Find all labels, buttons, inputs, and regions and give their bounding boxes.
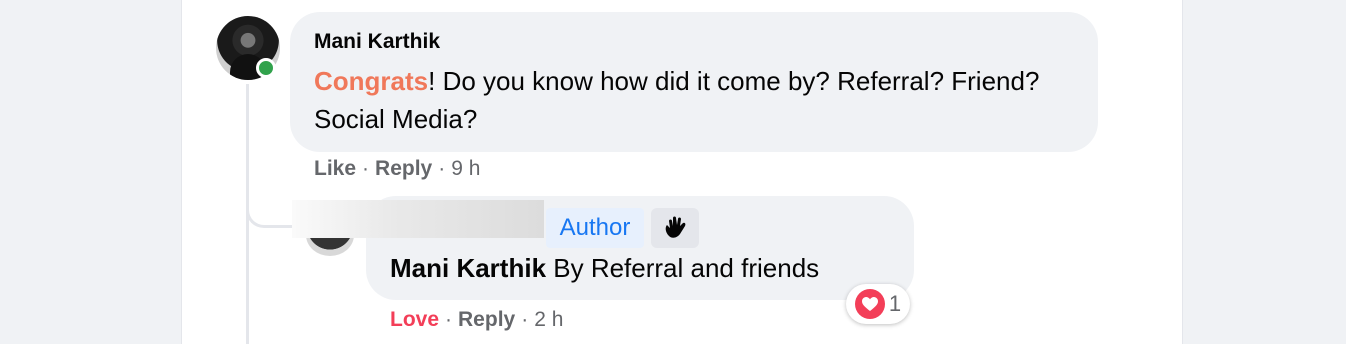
reply-timestamp[interactable]: 2 h bbox=[534, 308, 563, 331]
separator: · bbox=[362, 157, 370, 180]
comment-text: Congrats! Do you know how did it come by… bbox=[314, 62, 1084, 138]
separator: · bbox=[521, 308, 529, 331]
reply-mention-link[interactable]: Mani Karthik bbox=[390, 253, 546, 283]
heart-icon bbox=[854, 289, 885, 319]
redacted-name bbox=[292, 200, 544, 238]
reply-button[interactable]: Reply bbox=[375, 157, 432, 180]
comment-actions: Like · Reply · 9 h bbox=[314, 157, 480, 181]
reply-button[interactable]: Reply bbox=[458, 308, 515, 331]
reply-actions: Love · Reply · 2 h bbox=[390, 308, 563, 332]
online-status-dot bbox=[256, 58, 276, 78]
separator: · bbox=[445, 308, 453, 331]
wave-hand-icon bbox=[651, 208, 699, 248]
reply-text-body: By Referral and friends bbox=[546, 253, 820, 283]
comment-timestamp[interactable]: 9 h bbox=[451, 157, 480, 180]
like-button[interactable]: Like bbox=[314, 157, 356, 180]
love-reaction-button[interactable]: Love bbox=[390, 308, 439, 331]
comment-highlight-link[interactable]: Congrats bbox=[314, 66, 428, 96]
comment-author-name[interactable]: Mani Karthik bbox=[314, 30, 440, 54]
reaction-count: 1 bbox=[888, 291, 902, 316]
reaction-summary[interactable]: 1 bbox=[846, 284, 910, 324]
reply-text: Mani Karthik By Referral and friends bbox=[390, 250, 819, 286]
separator: · bbox=[438, 157, 446, 180]
author-badge: Author bbox=[546, 208, 644, 248]
